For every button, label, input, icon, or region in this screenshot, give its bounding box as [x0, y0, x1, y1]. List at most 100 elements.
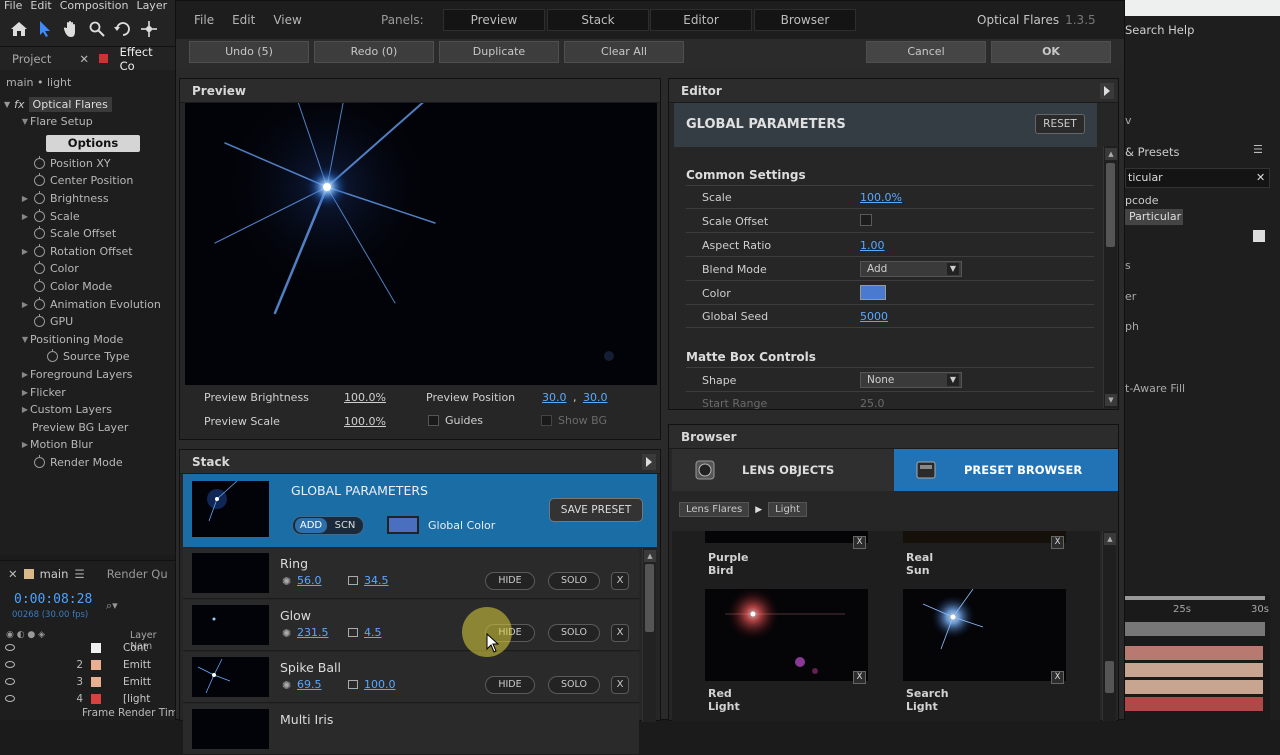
chevron-right-icon[interactable]: ▶ — [20, 247, 30, 256]
layer-name[interactable]: Emitt — [123, 659, 151, 671]
chevron-down-icon[interactable]: ▼ — [4, 100, 10, 109]
layer-row[interactable]: 4 [light — [0, 690, 175, 707]
remove-preset-button[interactable]: X — [1051, 536, 1064, 549]
layer-row[interactable]: 3 Emitt — [0, 673, 175, 690]
cancel-button[interactable]: Cancel — [866, 41, 986, 63]
stack-item[interactable]: Ring ✺ 56.0 34.5 HIDE SOLO X — [183, 548, 639, 599]
effects-search-input[interactable]: ticular — [1125, 168, 1270, 188]
group-flicker[interactable]: ▶ Flicker — [0, 383, 175, 401]
layer-name[interactable]: Emitt — [123, 676, 151, 688]
remove-preset-button[interactable]: X — [853, 671, 866, 684]
element-scale[interactable]: 100.0 — [364, 678, 396, 691]
particular-item[interactable]: Particular — [1125, 209, 1183, 225]
solo-button[interactable]: SOLO — [548, 572, 600, 590]
chevron-right-icon[interactable] — [1100, 83, 1114, 99]
layer-row[interactable]: 2 Emitt — [0, 656, 175, 673]
scroll-up-icon[interactable]: ▲ — [1104, 533, 1116, 545]
param-row[interactable]: ▶ Scale — [0, 207, 175, 225]
add-button[interactable]: ADD — [295, 518, 327, 533]
of-menu-file[interactable]: File — [194, 13, 214, 27]
source-type-row[interactable]: Source Type — [0, 348, 175, 366]
tab-effect-controls[interactable]: Effect Co — [114, 45, 175, 73]
preview-bg-layer-row[interactable]: Preview BG Layer — [0, 419, 175, 437]
preview-scale-value[interactable]: 100.0% — [344, 415, 386, 428]
menu-icon[interactable]: ☰ — [1253, 143, 1263, 156]
stopwatch-icon[interactable] — [47, 349, 58, 363]
label-color-icon[interactable] — [91, 659, 101, 670]
hand-tool-icon[interactable] — [60, 18, 82, 40]
blend-mode-dropdown[interactable]: Add ▼ — [860, 261, 962, 277]
stopwatch-icon[interactable] — [34, 454, 45, 468]
ae-menu-composition[interactable]: Composition — [60, 0, 129, 12]
tab-project[interactable]: Project — [0, 52, 57, 66]
visibility-icon[interactable] — [5, 678, 15, 685]
tab-preset-browser[interactable]: PRESET BROWSER — [894, 449, 1118, 491]
param-row[interactable]: Position XY — [0, 155, 175, 173]
param-row[interactable]: Color Mode — [0, 278, 175, 296]
layer-clip[interactable] — [1125, 663, 1263, 677]
menu-icon[interactable]: ☰ — [74, 567, 84, 581]
remove-preset-button[interactable]: X — [1051, 671, 1064, 684]
clear-search-icon[interactable]: ✕ — [1256, 171, 1265, 184]
close-icon[interactable]: ✕ — [8, 567, 18, 581]
chevron-right-icon[interactable]: ▶ — [20, 212, 30, 221]
panel-toggle-browser[interactable]: Browser — [754, 9, 856, 31]
preview-position-y[interactable]: 30.0 — [583, 391, 608, 404]
scroll-up-icon[interactable]: ▲ — [644, 550, 656, 562]
search-icon[interactable]: ⌕▾ — [106, 599, 118, 613]
rotate-tool-icon[interactable] — [112, 18, 134, 40]
crumb-light[interactable]: Light — [768, 502, 808, 517]
ae-menu-file[interactable]: File — [4, 0, 22, 12]
chevron-right-icon[interactable]: ▶ — [20, 194, 30, 203]
chevron-right-icon[interactable]: ▶ — [20, 300, 30, 309]
tab-main[interactable]: main — [40, 567, 69, 581]
stopwatch-icon[interactable] — [34, 191, 45, 205]
param-row[interactable]: GPU — [0, 313, 175, 331]
remove-preset-button[interactable]: X — [853, 536, 866, 549]
solo-button[interactable]: SOLO — [548, 624, 600, 642]
scale-offset-checkbox[interactable] — [860, 214, 872, 226]
element-brightness[interactable]: 69.5 — [297, 678, 322, 691]
solo-button[interactable]: SOLO — [548, 676, 600, 694]
hide-button[interactable]: HIDE — [485, 572, 535, 590]
panel-toggle-stack[interactable]: Stack — [547, 9, 649, 31]
stack-item[interactable]: Multi Iris — [183, 704, 639, 755]
new-folder-icon[interactable] — [1253, 230, 1265, 242]
stack-scrollbar[interactable]: ▲ — [642, 548, 656, 722]
global-seed-value[interactable]: 5000 — [860, 310, 888, 323]
scroll-thumb[interactable] — [1106, 163, 1115, 247]
work-area-bar[interactable] — [1125, 596, 1265, 600]
scroll-down-icon[interactable]: ▼ — [1105, 394, 1117, 406]
close-icon[interactable]: ✕ — [79, 52, 89, 66]
of-menu-edit[interactable]: Edit — [232, 13, 255, 27]
stopwatch-icon[interactable] — [34, 226, 45, 240]
param-row[interactable]: Center Position — [0, 172, 175, 190]
scroll-thumb[interactable] — [1105, 661, 1114, 693]
hide-button[interactable]: HIDE — [485, 676, 535, 694]
param-row[interactable]: Scale Offset — [0, 225, 175, 243]
layer-clip[interactable] — [1125, 680, 1263, 694]
stopwatch-icon[interactable] — [34, 261, 45, 275]
ae-menu-edit[interactable]: Edit — [30, 0, 51, 12]
panel-toggle-preview[interactable]: Preview — [443, 9, 545, 31]
layer-clip[interactable] — [1125, 646, 1263, 660]
stopwatch-icon[interactable] — [34, 173, 45, 187]
undo-button[interactable]: Undo (5) — [189, 41, 309, 63]
preview-canvas[interactable] — [185, 103, 657, 385]
element-scale[interactable]: 34.5 — [364, 574, 389, 587]
zoom-tool-icon[interactable] — [86, 18, 108, 40]
layer-row[interactable]: Cont — [0, 639, 175, 656]
visibility-icon[interactable] — [5, 661, 15, 668]
stopwatch-icon[interactable] — [34, 296, 45, 310]
panel-toggle-editor[interactable]: Editor — [650, 9, 752, 31]
aspect-ratio-value[interactable]: 1.00 — [860, 239, 885, 252]
layer-clip[interactable] — [1125, 697, 1263, 711]
label-color-icon[interactable] — [91, 676, 101, 687]
crumb-lens-flares[interactable]: Lens Flares — [679, 502, 750, 517]
param-row[interactable]: ▶ Rotation Offset — [0, 243, 175, 261]
home-icon[interactable] — [8, 18, 30, 40]
delete-element-button[interactable]: X — [611, 624, 629, 642]
chevron-right-icon[interactable] — [642, 454, 656, 470]
save-preset-button[interactable]: SAVE PRESET — [549, 498, 643, 522]
scroll-thumb[interactable] — [645, 564, 654, 632]
